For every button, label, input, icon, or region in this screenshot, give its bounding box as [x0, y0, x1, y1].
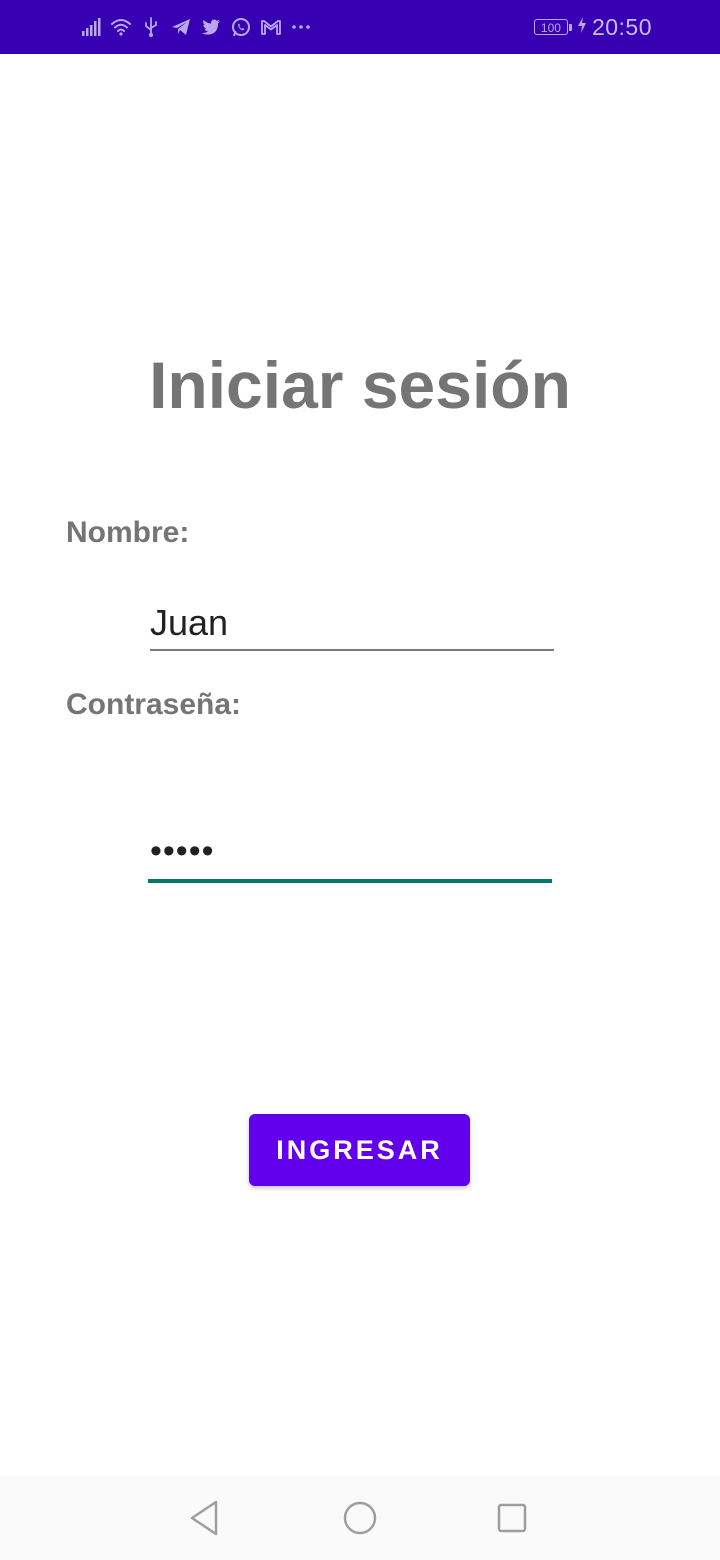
ingresar-button[interactable]: INGRESAR: [249, 1114, 470, 1186]
navigation-bar: [0, 1476, 720, 1560]
charging-icon: [576, 16, 588, 39]
back-icon[interactable]: [186, 1498, 226, 1538]
name-field[interactable]: Juan: [150, 598, 554, 651]
status-time: 20:50: [591, 13, 652, 40]
page-title: Iniciar sesión: [149, 348, 571, 422]
telegram-icon: [170, 16, 192, 38]
name-label: Nombre:: [66, 516, 190, 549]
recents-icon[interactable]: [492, 1498, 532, 1538]
gmail-icon: [260, 16, 282, 38]
twitter-icon: [200, 16, 222, 38]
battery-tip: [568, 23, 572, 31]
whatsapp-icon: [230, 16, 252, 38]
more-icon: [290, 16, 312, 38]
status-right: 100 20:50: [533, 12, 652, 42]
battery-level: 100: [533, 19, 568, 35]
battery-icon: 100: [533, 19, 572, 35]
usb-icon: [140, 16, 162, 38]
password-field[interactable]: •••••: [148, 826, 552, 883]
name-field-value: Juan: [150, 602, 229, 643]
status-bar: 100 20:50: [0, 0, 720, 54]
signal-icon: [80, 16, 102, 38]
password-field-value: •••••: [150, 832, 215, 870]
home-icon[interactable]: [340, 1498, 380, 1538]
password-label: Contraseña:: [66, 688, 242, 721]
status-icons: [80, 12, 312, 42]
wifi-icon: [110, 16, 132, 38]
